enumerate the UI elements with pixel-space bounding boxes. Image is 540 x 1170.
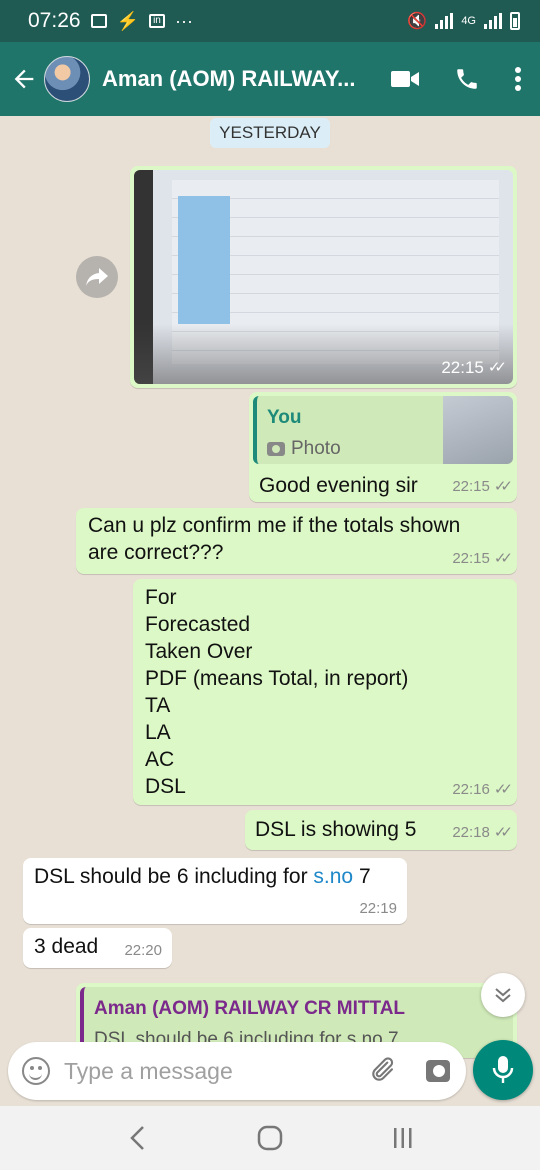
network-type: 4G [461,15,476,27]
message-time: 22:20 [124,942,162,959]
message-time: 22:19 [359,900,397,917]
message-line: TA [145,694,171,717]
microphone-icon [492,1056,514,1083]
message-meta: 22:15 ✓✓ [452,550,513,567]
message-line: Forecasted [145,613,251,636]
phone-icon[interactable] [454,66,480,92]
message-line: Can u plz confirm me if the totals shown [88,514,461,537]
message-meta: 22:15 ✓✓ [441,358,507,377]
avatar[interactable] [44,56,90,102]
message-meta: 22:18 ✓✓ [452,824,513,841]
message-meta: 22:15 ✓✓ [452,478,513,495]
message-line: AC [145,748,175,771]
home-nav-icon[interactable] [250,1118,290,1158]
message-line: LA [145,721,171,744]
chevron-down-icon [495,988,511,1003]
photo-highlight [178,196,230,324]
quote-thumbnail [443,396,513,464]
message-time: 22:16 [452,781,490,798]
more-notifications: ··· [174,10,193,31]
camera-icon[interactable] [426,1060,450,1082]
read-ticks-icon: ✓✓ [487,359,507,376]
compose-bar [8,1042,466,1100]
message-text: DSL should be 6 including for [34,865,314,888]
message-line: DSL [145,775,186,798]
read-ticks-icon: ✓✓ [493,478,513,495]
message-line: PDF (means Total, in report) [145,667,409,690]
incoming-message[interactable]: 3 dead 22:20 [23,928,172,968]
message-meta: 22:20 [124,943,162,959]
chat-area[interactable]: YESTERDAY 22:15 ✓✓ You Photo Good evenin… [0,116,540,1106]
message-meta: 22:16 ✓✓ [452,781,513,798]
message-time: 22:18 [452,824,490,841]
quote-author: Aman (AOM) RAILWAY CR MITTAL [94,998,406,1019]
back-nav-icon[interactable] [117,1118,157,1158]
attach-icon[interactable] [368,1055,396,1088]
signal-icon-2 [484,13,502,29]
message-text-end: 7 [353,865,371,888]
chat-header: Aman (AOM) RAILWAY... [0,42,540,116]
recents-nav-icon[interactable] [383,1118,423,1158]
system-nav-bar [0,1106,540,1170]
mute-icon: 🔇 [407,13,428,30]
message-meta: 22:19 [359,901,397,917]
signal-icon [435,13,454,29]
message-time: 22:15 [441,358,484,377]
text-message[interactable]: DSL is showing 5 22:18 ✓✓ [245,810,517,850]
contact-name[interactable]: Aman (AOM) RAILWAY... [102,66,390,92]
message-link[interactable]: s.no [313,865,353,888]
forward-icon[interactable] [76,256,118,298]
incoming-message[interactable]: DSL should be 6 including for s.no 7 22:… [23,858,407,924]
video-call-icon[interactable] [390,68,420,90]
message-line: are correct??? [88,541,224,564]
camera-icon [267,441,285,456]
usb-icon: ⚡ [116,10,139,31]
text-message[interactable]: For Forecasted Taken Over PDF (means Tot… [133,579,517,805]
read-ticks-icon: ✓✓ [493,550,513,567]
battery-icon [510,12,520,30]
quoted-message[interactable]: You Photo [253,396,513,464]
message-time: 22:15 [452,478,490,495]
quote-type-label: Photo [291,438,341,459]
status-time: 07:26 [28,9,81,32]
emoji-icon[interactable] [22,1057,50,1085]
gallery-icon [90,14,107,28]
scroll-down-button[interactable] [481,973,525,1017]
message-line: Taken Over [145,640,253,663]
reply-message[interactable]: You Photo Good evening sir 22:15 ✓✓ [249,392,517,502]
text-message[interactable]: Can u plz confirm me if the totals shown… [76,508,517,574]
image-message[interactable]: 22:15 ✓✓ [130,166,517,388]
photo-thumbnail[interactable]: 22:15 ✓✓ [134,170,513,384]
read-ticks-icon: ✓✓ [493,781,513,798]
message-line: For [145,586,177,609]
microphone-button[interactable] [473,1040,533,1100]
date-chip: YESTERDAY [210,118,330,148]
more-vert-icon[interactable] [514,66,522,92]
read-ticks-icon: ✓✓ [493,824,513,841]
status-bar: 07:26 ⚡ in ··· 🔇 4G [0,0,540,42]
back-arrow-icon[interactable] [10,65,38,93]
message-input[interactable] [64,1057,360,1085]
linkedin-icon: in [148,14,165,28]
message-time: 22:15 [452,550,490,567]
